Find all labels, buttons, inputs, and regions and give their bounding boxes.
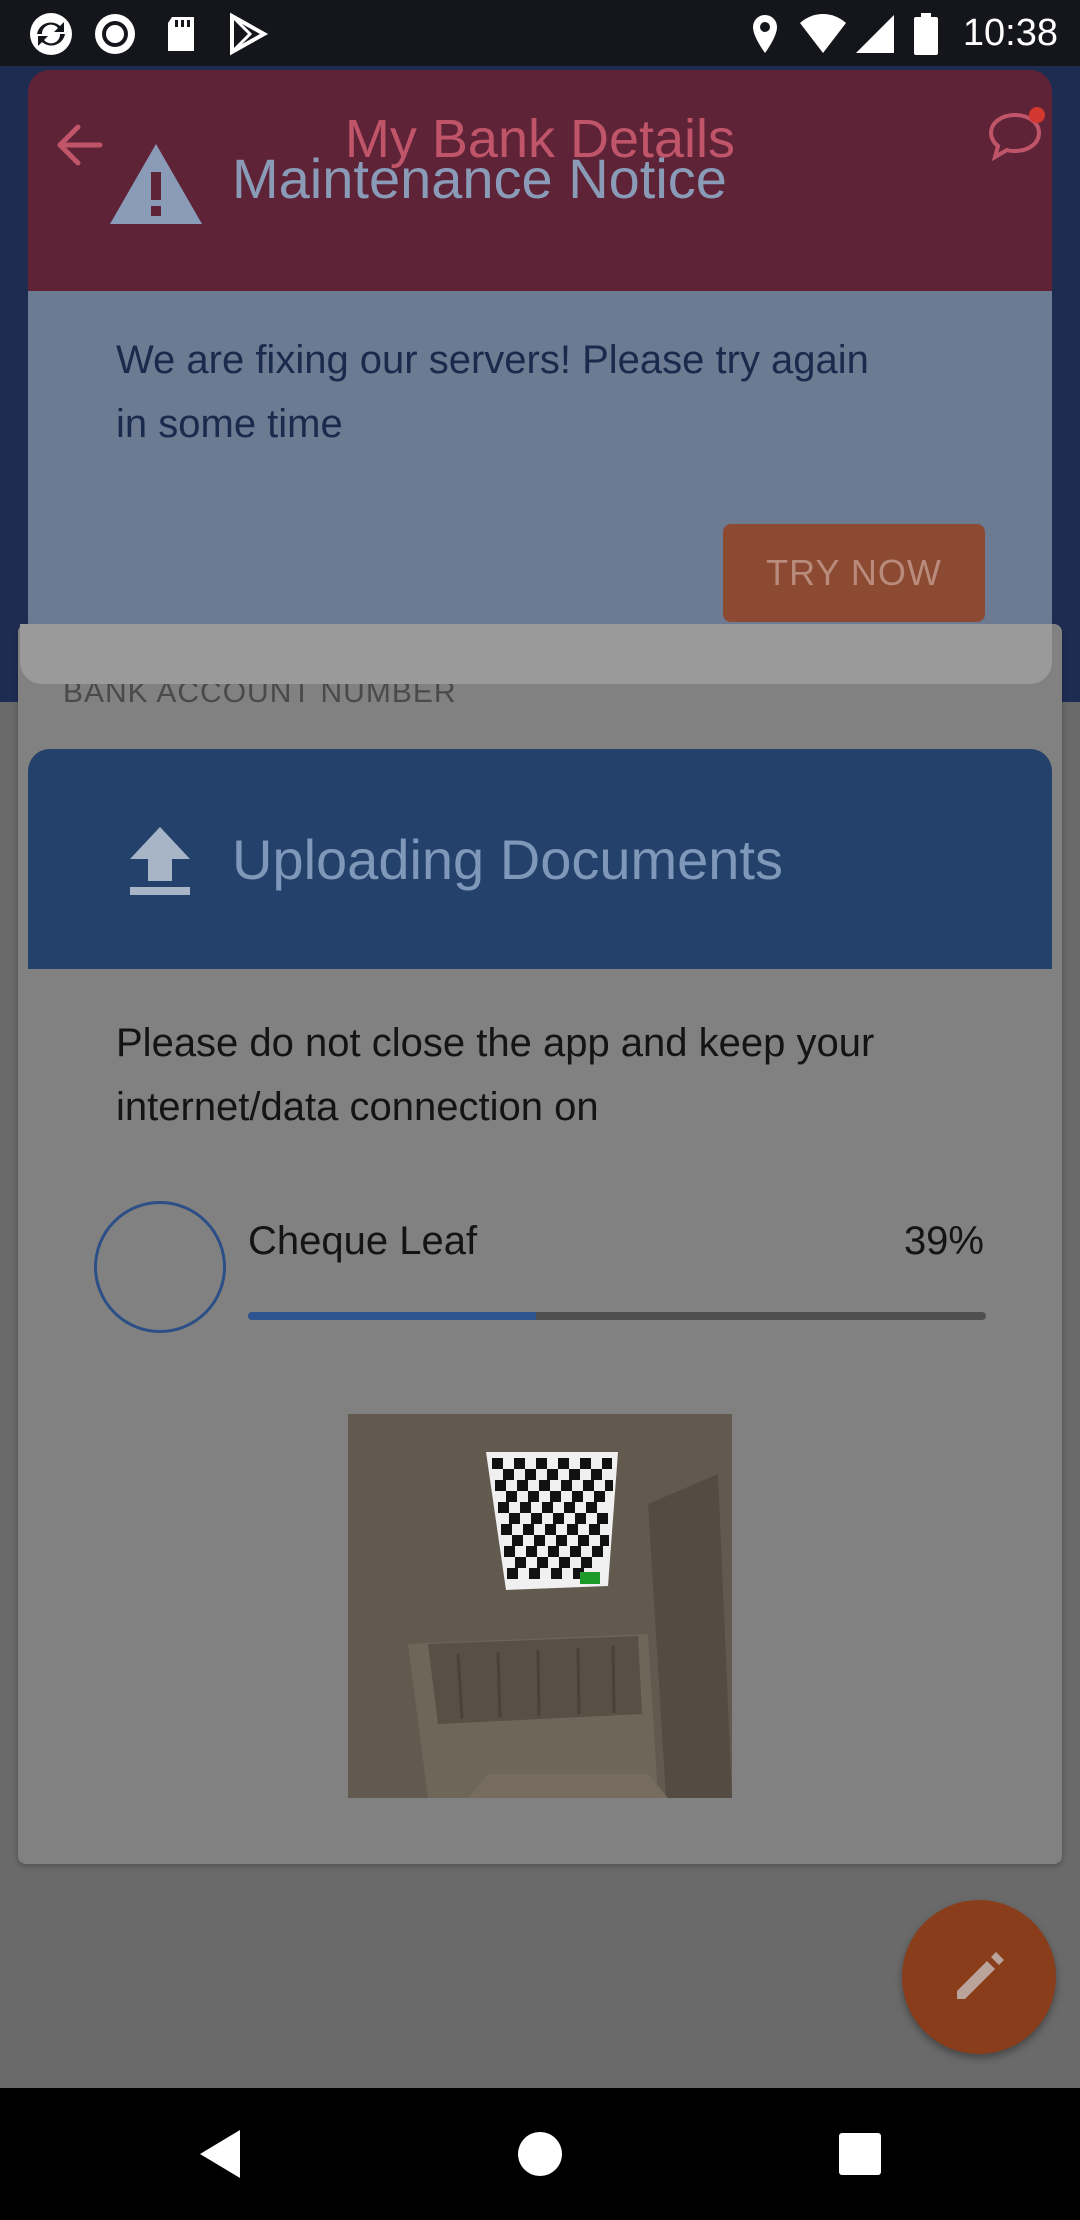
back-triangle-icon[interactable] [184,2118,256,2190]
checkerboard [486,1452,618,1590]
edit-fab-button[interactable] [902,1900,1056,2054]
sd-card-icon [168,17,194,51]
arrow-left-icon[interactable] [50,115,110,175]
document-preview-image [348,1414,732,1798]
try-now-button[interactable]: TRY NOW [723,524,985,622]
upload-percent: 39% [903,1219,984,1263]
maintenance-message: We are fixing our servers! Please try ag… [116,338,869,446]
record-icon [95,14,135,54]
progress-circle [94,1201,226,1333]
navigation-bar [0,2088,1080,2220]
play-store-icon [230,12,269,56]
maintenance-dialog-bottom [20,624,1052,684]
location-icon [753,15,777,53]
progress-bar-fill [248,1312,536,1320]
file-name: Cheque Leaf [248,1219,478,1263]
recents-square-icon[interactable] [824,2118,896,2190]
signal-icon [856,15,894,53]
progress-bar [248,1312,986,1320]
chat-bubble-icon[interactable] [985,105,1045,165]
pencil-icon [957,1952,1004,1999]
battery-icon [914,13,938,55]
uploading-title: Uploading Documents [232,828,783,891]
status-bar: 10:38 [0,0,1080,66]
uploading-dialog-header: Uploading Documents [28,749,1052,969]
upload-icon [130,827,190,895]
app-title: My Bank Details [344,109,736,169]
status-time: 10:38 [962,12,1058,54]
uploading-dialog: Uploading Documents Please do not close … [28,749,1052,1865]
uploading-message: Please do not close the app and keep you… [116,1021,875,1129]
maintenance-dialog-header: Maintenance Notice [28,70,1052,291]
home-circle-icon[interactable] [504,2118,576,2190]
sync-icon [30,13,72,55]
wifi-icon [800,14,846,53]
